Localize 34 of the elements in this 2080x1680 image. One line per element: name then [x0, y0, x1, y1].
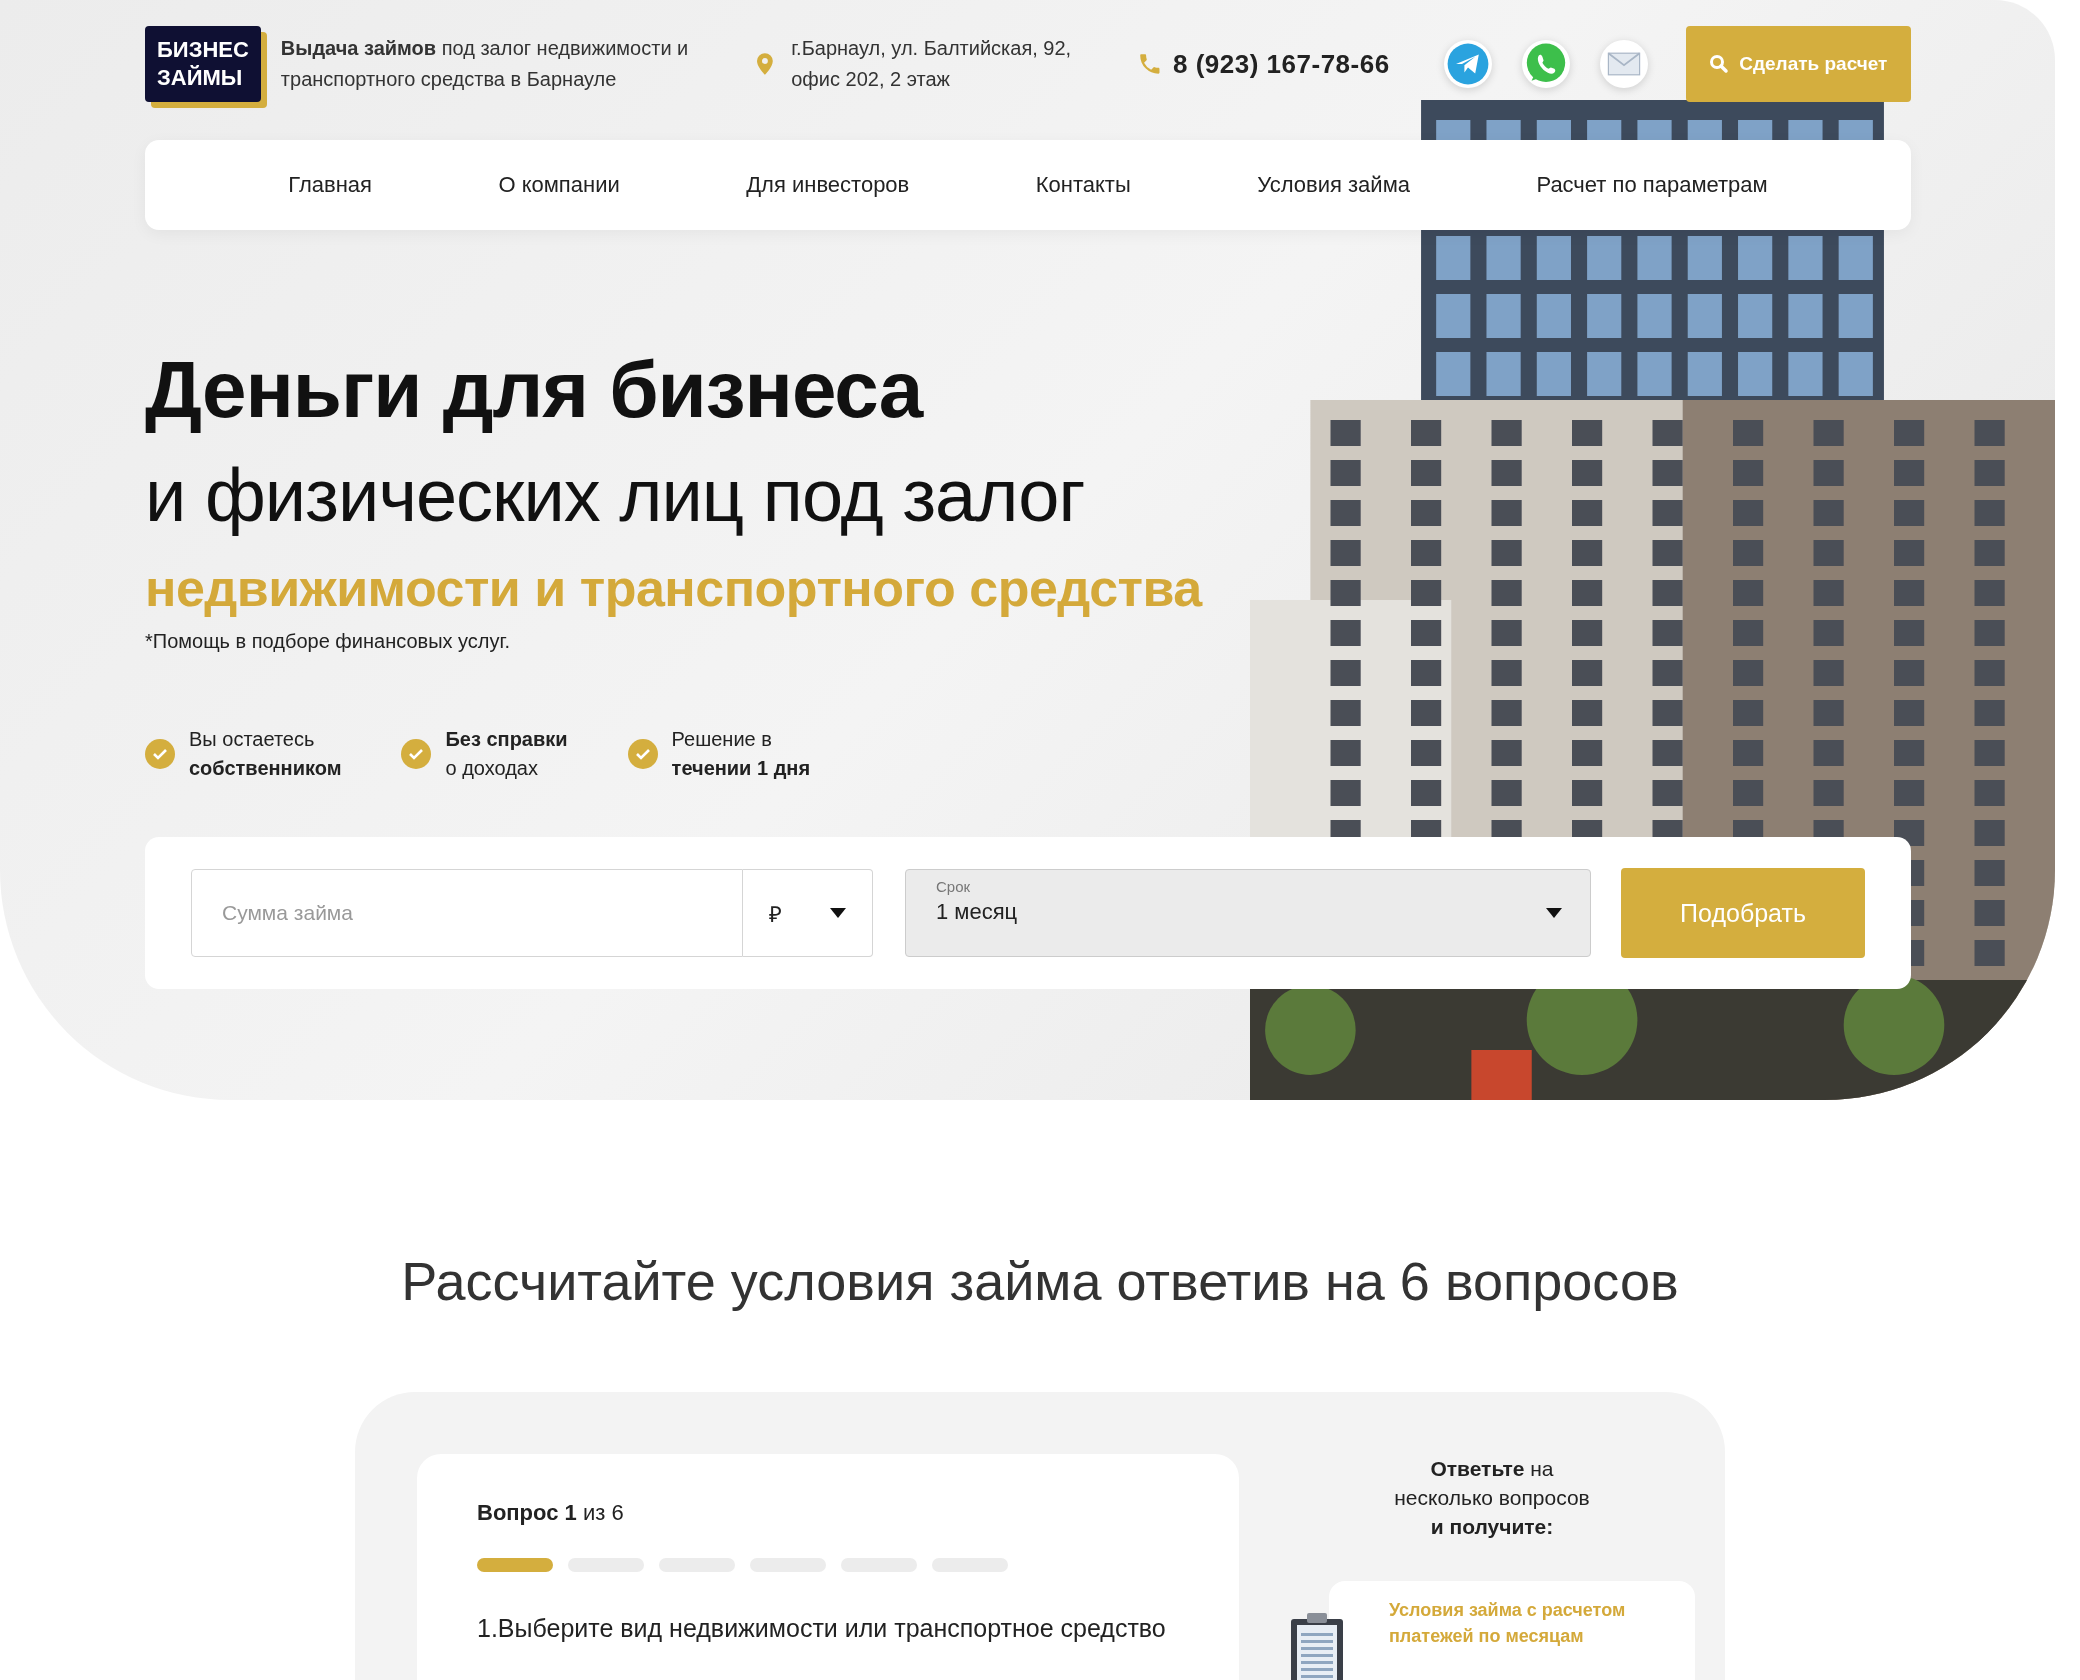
hero-title: Деньги для бизнеса: [145, 344, 925, 436]
nav-link[interactable]: Контакты: [1035, 172, 1131, 198]
hero-subtitle: и физических лиц под залог: [145, 453, 1086, 539]
check-icon: [145, 739, 175, 769]
feature-text: Без справки о доходах: [445, 727, 568, 781]
location-pin-icon: [757, 53, 774, 75]
search-icon: [1709, 54, 1730, 74]
nav-link[interactable]: Условия займа: [1257, 172, 1410, 198]
check-icon: [401, 739, 432, 769]
paper-plane-icon[interactable]: [1443, 40, 1492, 88]
phone-link[interactable]: 8 (923) 167-78-66: [1173, 48, 1390, 80]
side-intro: Ответьте на несколько вопросов и получите:: [1394, 1456, 1590, 1540]
question-text: 1.Выберите вид недвижимости или транспортное средство: [477, 1614, 1167, 1643]
loan-amount-field[interactable]: Сумма займа: [191, 869, 743, 957]
nav-link[interactable]: О компании: [498, 172, 620, 198]
section-heading: Рассчитайте условия займа ответив на 6 вопросов: [400, 1250, 1680, 1312]
tagline: Выдача займов под залог недвижимости и транспортного средства в Барнауле: [280, 36, 690, 92]
feature-text: Вы остаетесь собственником: [189, 727, 342, 781]
nav-link[interactable]: Главная: [288, 172, 372, 198]
hero-note: *Помощь в подборе финансовых услуг.: [145, 630, 511, 653]
nav-link[interactable]: Для инвесторов: [746, 172, 910, 198]
nav-link[interactable]: Расчет по параметрам: [1536, 172, 1768, 198]
term-dropdown[interactable]: Срок 1 месяц: [905, 869, 1591, 957]
hero-accent-title: недвижимости и транспортного средства: [145, 558, 1204, 619]
feature-text: Решение в течении 1 дня: [671, 727, 811, 781]
currency-dropdown[interactable]: ₽: [743, 869, 873, 957]
address: г.Барнаул, ул. Балтийская, 92, офис 202, 2 этаж: [791, 36, 1073, 92]
question-counter: Вопрос 1 из 6: [477, 1500, 625, 1526]
envelope-icon[interactable]: [1599, 40, 1648, 88]
check-icon: [627, 739, 658, 769]
chat-phone-icon[interactable]: [1521, 40, 1570, 88]
caret-icon: [1546, 908, 1562, 918]
benefit-text: Условия займа с расчетом платежей по месяцам: [1389, 1599, 1627, 1648]
caret-icon: [830, 908, 846, 918]
